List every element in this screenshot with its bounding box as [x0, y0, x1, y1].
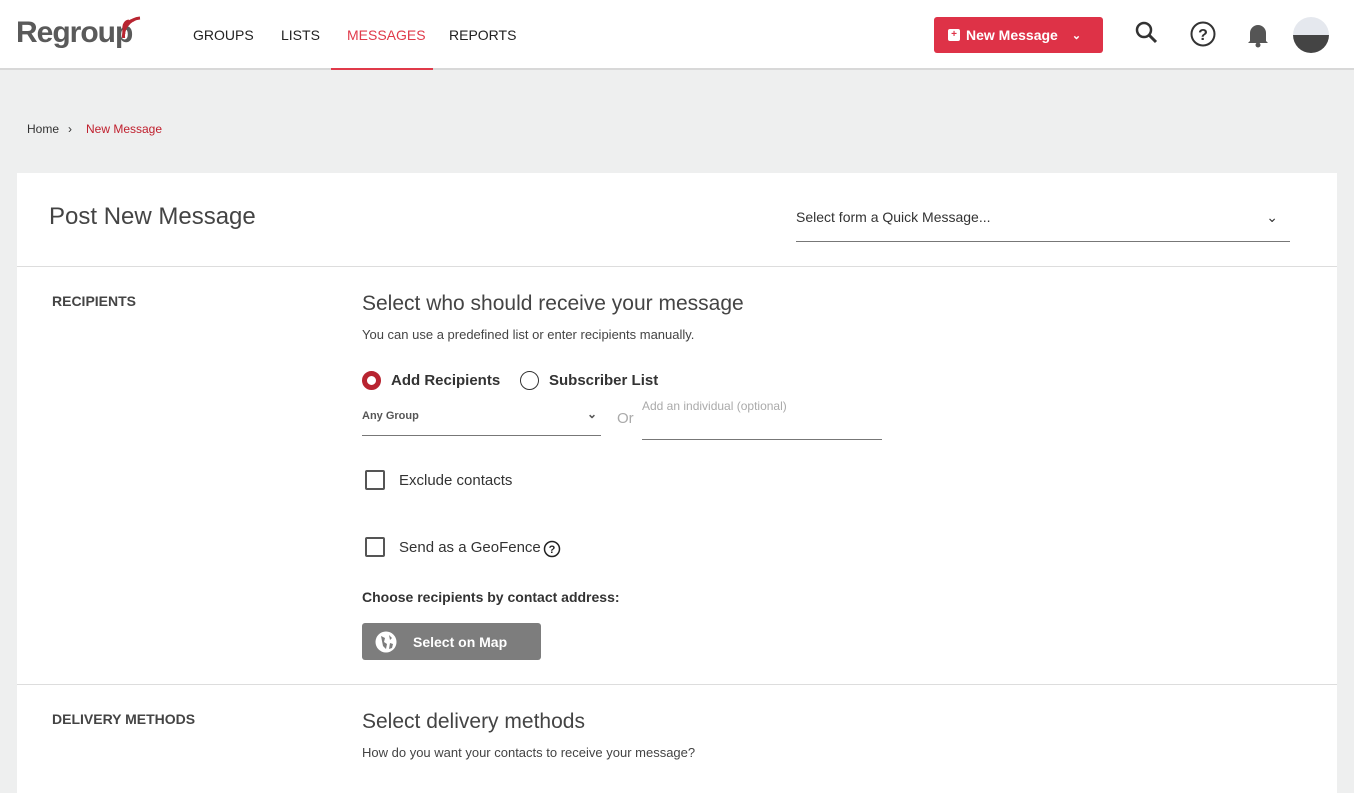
nav-lists[interactable]: LISTS: [265, 0, 336, 70]
delivery-subtext: How do you want your contacts to receive…: [362, 745, 695, 760]
group-select[interactable]: Any Group⌄: [362, 401, 601, 436]
individual-input[interactable]: Add an individual (optional): [642, 399, 882, 440]
radio-subscriber-list[interactable]: [520, 371, 539, 390]
exclude-contacts-checkbox[interactable]: [365, 470, 385, 490]
chevron-down-icon: ⌄: [1266, 209, 1278, 226]
nav-groups[interactable]: GROUPS: [177, 0, 270, 70]
signal-icon: [120, 14, 148, 38]
message-plus-icon: +: [948, 29, 960, 41]
help-icon[interactable]: ?: [1190, 21, 1218, 49]
radio-subscriber-list-label[interactable]: Subscriber List: [549, 372, 658, 389]
new-message-button[interactable]: + New Message ⌄: [934, 17, 1103, 53]
search-icon[interactable]: [1134, 20, 1160, 48]
divider: [17, 684, 1337, 685]
svg-text:?: ?: [1198, 27, 1208, 44]
radio-add-recipients-label[interactable]: Add Recipients: [391, 372, 500, 389]
globe-icon: [375, 631, 397, 653]
top-nav: Regroup GROUPS LISTS MESSAGES REPORTS + …: [0, 0, 1354, 70]
svg-text:?: ?: [549, 544, 556, 556]
recipients-heading: Select who should receive your message: [362, 292, 744, 316]
nav-reports[interactable]: REPORTS: [433, 0, 532, 70]
section-label-recipients: RECIPIENTS: [52, 293, 136, 309]
recipients-subtext: You can use a predefined list or enter r…: [362, 327, 694, 342]
breadcrumb-home[interactable]: Home: [27, 122, 59, 136]
avatar[interactable]: [1293, 17, 1329, 53]
logo[interactable]: Regroup: [16, 16, 132, 50]
help-icon[interactable]: ?: [543, 540, 561, 558]
geofence-label[interactable]: Send as a GeoFence: [399, 539, 541, 556]
breadcrumb-separator: ›: [68, 122, 72, 136]
delivery-heading: Select delivery methods: [362, 710, 585, 734]
breadcrumb-current: New Message: [86, 122, 162, 136]
nav-messages[interactable]: MESSAGES: [331, 0, 433, 70]
divider: [17, 266, 1337, 267]
section-label-delivery: DELIVERY METHODS: [52, 711, 195, 727]
bell-icon[interactable]: [1246, 22, 1270, 48]
chevron-down-icon: ⌄: [587, 407, 597, 421]
select-on-map-button[interactable]: Select on Map: [362, 623, 541, 660]
exclude-contacts-label[interactable]: Exclude contacts: [399, 472, 512, 489]
geofence-checkbox[interactable]: [365, 537, 385, 557]
or-label: Or: [617, 410, 634, 427]
choose-by-address-label: Choose recipients by contact address:: [362, 589, 620, 605]
quick-message-select[interactable]: Select form a Quick Message...⌄: [796, 209, 1290, 242]
page-title: Post New Message: [49, 203, 256, 231]
radio-add-recipients[interactable]: [362, 371, 381, 390]
chevron-down-icon: ⌄: [1072, 29, 1081, 42]
message-form-card: Post New Message Select form a Quick Mes…: [17, 173, 1337, 793]
